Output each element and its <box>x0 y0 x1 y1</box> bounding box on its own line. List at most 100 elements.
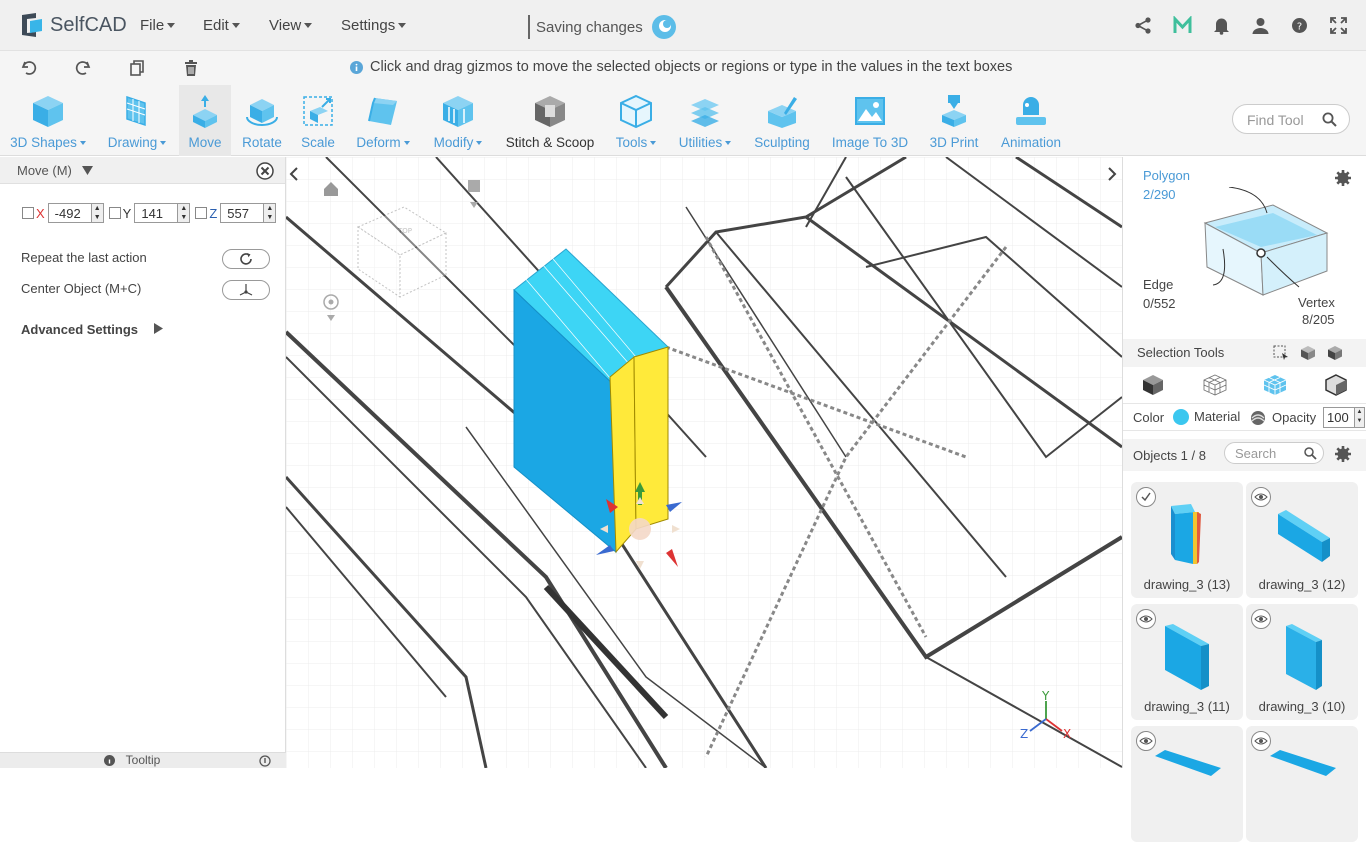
tool-modify[interactable]: Modify <box>428 85 488 156</box>
m-badge-icon[interactable] <box>1173 15 1192 35</box>
app-logo[interactable]: SelfCAD <box>18 11 127 39</box>
color-swatch[interactable] <box>1173 409 1189 425</box>
3d-viewport[interactable]: TOP Y X Z <box>286 157 1122 768</box>
tool-deform[interactable]: Deform <box>350 85 416 156</box>
undo-icon[interactable] <box>20 59 38 77</box>
find-tool-input[interactable]: Find Tool <box>1232 104 1350 134</box>
x-lock-checkbox[interactable] <box>22 207 34 219</box>
scene-canvas[interactable]: TOP Y X Z <box>286 157 1122 768</box>
z-label: Z <box>209 205 218 221</box>
eye-icon[interactable] <box>1251 487 1271 507</box>
tool-move[interactable]: Move <box>179 85 231 156</box>
help-icon[interactable]: ? <box>1290 16 1309 35</box>
object-card[interactable]: drawing_3 (12) <box>1246 482 1358 598</box>
y-input[interactable]: 141 ▲ ▼ <box>134 203 191 223</box>
select-object-icon[interactable] <box>1327 345 1343 361</box>
center-object-button[interactable] <box>222 280 270 300</box>
polygon-count: 2/290 <box>1143 187 1176 202</box>
object-card[interactable] <box>1131 726 1243 842</box>
polygon-mode-label[interactable]: Polygon <box>1143 168 1190 183</box>
move-icon <box>193 95 217 128</box>
object-card[interactable]: drawing_3 (11) <box>1131 604 1243 720</box>
tooltip-label: Tooltip <box>125 753 161 767</box>
copy-icon[interactable] <box>128 59 146 77</box>
menu-edit[interactable]: Edit <box>203 17 240 34</box>
tooltip-bar[interactable]: Tooltip <box>0 752 286 768</box>
check-icon[interactable] <box>1136 487 1156 507</box>
tool-rotate[interactable]: Rotate <box>238 85 286 156</box>
tool-animation[interactable]: Animation <box>996 85 1066 156</box>
object-card[interactable]: drawing_3 (10) <box>1246 604 1358 720</box>
tool-label: Sculpting <box>754 135 810 150</box>
tools-icon <box>620 94 652 129</box>
object-card[interactable]: drawing_3 (13) <box>1131 482 1243 598</box>
solid-mode-icon[interactable] <box>1142 374 1164 396</box>
solid-wireframe-icon[interactable] <box>1263 374 1287 396</box>
object-card[interactable] <box>1246 726 1358 842</box>
close-icon[interactable] <box>256 162 274 180</box>
menu-settings[interactable]: Settings <box>341 17 406 34</box>
share-icon[interactable] <box>1134 16 1153 35</box>
menu-bar: SelfCAD File Edit View Settings Saving c… <box>0 0 1366 51</box>
notifications-icon[interactable] <box>1212 16 1231 35</box>
info-icon <box>104 755 115 766</box>
tool-3d-shapes[interactable]: 3D Shapes <box>10 85 86 156</box>
tool-scale[interactable]: Scale <box>296 85 340 156</box>
gear-icon[interactable] <box>1334 169 1352 187</box>
tool-label: 3D Print <box>929 135 979 150</box>
object-name: drawing_3 (13) <box>1143 577 1231 592</box>
user-icon[interactable] <box>1251 16 1270 35</box>
xray-mode-icon[interactable] <box>1325 374 1347 396</box>
y-lock-checkbox[interactable] <box>108 207 121 219</box>
drawing-icon <box>126 95 146 127</box>
edge-mode-label[interactable]: Edge <box>1143 277 1173 292</box>
select-connected-icon[interactable] <box>1300 345 1316 361</box>
wireframe-mode-icon[interactable] <box>1203 374 1227 396</box>
utilities-icon <box>691 99 719 127</box>
fullscreen-icon[interactable] <box>1329 16 1348 35</box>
z-input[interactable]: 557 ▲ ▼ <box>220 203 277 223</box>
axis-y-label: Y <box>1041 689 1050 703</box>
tool-sculpting[interactable]: Sculpting <box>750 85 814 156</box>
tool-label: 3D Shapes <box>10 135 86 150</box>
x-input[interactable]: -492 ▲ ▼ <box>47 203 104 223</box>
eye-icon[interactable] <box>1251 609 1271 629</box>
tool-tools[interactable]: Tools <box>610 85 662 156</box>
selection-mode-diagram[interactable] <box>1201 187 1331 299</box>
repeat-button[interactable] <box>222 249 270 269</box>
tool-label: Image To 3D <box>831 135 909 150</box>
vertex-mode-label[interactable]: Vertex <box>1298 295 1335 310</box>
tool-3d-print[interactable]: 3D Print <box>924 85 984 156</box>
search-icon <box>1322 112 1337 127</box>
sculpting-icon <box>768 97 797 128</box>
menu-file[interactable]: File <box>140 17 175 34</box>
tool-label: Rotate <box>242 135 282 150</box>
collapse-icon[interactable] <box>81 165 93 175</box>
objects-settings-icon[interactable] <box>1334 445 1352 463</box>
pin-icon[interactable] <box>259 755 271 767</box>
delete-icon[interactable] <box>182 59 200 77</box>
redo-icon[interactable] <box>74 59 92 77</box>
center-label: Center Object (M+C) <box>21 281 142 296</box>
tool-utilities[interactable]: Utilities <box>674 85 736 156</box>
selection-tools-bar: Selection Tools <box>1123 339 1366 367</box>
object-name: drawing_3 (11) <box>1144 699 1230 714</box>
advanced-settings-label[interactable]: Advanced Settings <box>21 322 138 337</box>
objects-search-input[interactable]: Search <box>1224 442 1324 464</box>
opacity-label: Opacity <box>1272 410 1317 425</box>
tool-label: Stitch & Scoop <box>505 135 595 150</box>
tool-stitch-scoop[interactable]: Stitch & Scoop <box>502 85 598 156</box>
material-icon[interactable] <box>1250 410 1266 426</box>
save-status: Saving changes <box>528 15 677 39</box>
tool-drawing[interactable]: Drawing <box>103 85 171 156</box>
menu-view[interactable]: View <box>269 17 312 34</box>
expand-arrow-icon[interactable] <box>154 323 163 334</box>
object-name: drawing_3 (12) <box>1258 577 1346 592</box>
material-label[interactable]: Material <box>1194 409 1240 424</box>
app-name: SelfCAD <box>50 13 127 36</box>
tool-image-to-3d[interactable]: Image To 3D <box>828 85 912 156</box>
box-select-icon[interactable] <box>1273 345 1289 361</box>
eye-icon[interactable] <box>1136 609 1156 629</box>
opacity-input[interactable]: 100 ▲ ▼ <box>1323 407 1365 428</box>
z-lock-checkbox[interactable] <box>195 207 208 219</box>
